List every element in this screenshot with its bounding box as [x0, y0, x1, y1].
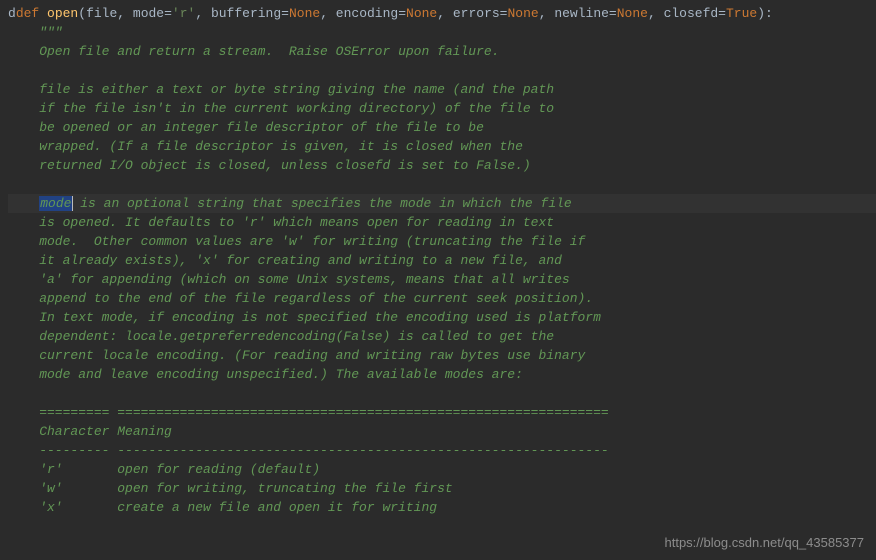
docstring-line: 'r' open for reading (default) — [8, 460, 876, 479]
docstring-line: current locale encoding. (For reading an… — [8, 346, 876, 365]
function-name: open — [47, 6, 78, 21]
def-keyword: def — [16, 6, 39, 21]
docstring-line: is opened. It defaults to 'r' which mean… — [8, 213, 876, 232]
param-default: True — [726, 6, 757, 21]
docstring-line: it already exists), 'x' for creating and… — [8, 251, 876, 270]
docstring-line: 'w' open for writing, truncating the fil… — [8, 479, 876, 498]
docstring-line: In text mode, if encoding is not specifi… — [8, 308, 876, 327]
param-name: errors — [453, 6, 500, 21]
docstring-line: Open file and return a stream. Raise OSE… — [8, 42, 876, 61]
param-name: buffering — [211, 6, 281, 21]
function-signature: ddef open(file, mode='r', buffering=None… — [8, 4, 876, 23]
docstring-line: --------- ------------------------------… — [8, 441, 876, 460]
param-default: None — [507, 6, 538, 21]
code-editor[interactable]: ddef open(file, mode='r', buffering=None… — [0, 0, 876, 517]
docstring-line: 'a' for appending (which on some Unix sy… — [8, 270, 876, 289]
docstring-line — [8, 175, 876, 194]
docstring-line: mode is an optional string that specifie… — [8, 194, 876, 213]
docstring-line — [8, 384, 876, 403]
watermark-text: https://blog.csdn.net/qq_43585377 — [665, 533, 865, 552]
docstring-line: mode and leave encoding unspecified.) Th… — [8, 365, 876, 384]
docstring-line: mode. Other common values are 'w' for wr… — [8, 232, 876, 251]
param-name: encoding — [336, 6, 398, 21]
docstring-line: file is either a text or byte string giv… — [8, 80, 876, 99]
param-name: newline — [554, 6, 609, 21]
docstring-line: Character Meaning — [8, 422, 876, 441]
docstring-line: 'x' create a new file and open it for wr… — [8, 498, 876, 517]
docstring-line — [8, 61, 876, 80]
docstring-line: append to the end of the file regardless… — [8, 289, 876, 308]
param-default: None — [617, 6, 648, 21]
param-default: None — [406, 6, 437, 21]
param-name: mode — [133, 6, 164, 21]
docstring-line: returned I/O object is closed, unless cl… — [8, 156, 876, 175]
docstring-line: wrapped. (If a file descriptor is given,… — [8, 137, 876, 156]
docstring-line: ========= ==============================… — [8, 403, 876, 422]
selected-word: mode — [39, 196, 72, 211]
param-default: None — [289, 6, 320, 21]
docstring-line: dependent: locale.getpreferredencoding(F… — [8, 327, 876, 346]
param-name: file — [86, 6, 117, 21]
docstring-line: if the file isn't in the current working… — [8, 99, 876, 118]
param-default: 'r' — [172, 6, 195, 21]
gutter-fragment: d — [8, 6, 16, 21]
param-name: closefd — [664, 6, 719, 21]
docstring-line: be opened or an integer file descriptor … — [8, 118, 876, 137]
docstring-open: """ — [8, 23, 876, 42]
